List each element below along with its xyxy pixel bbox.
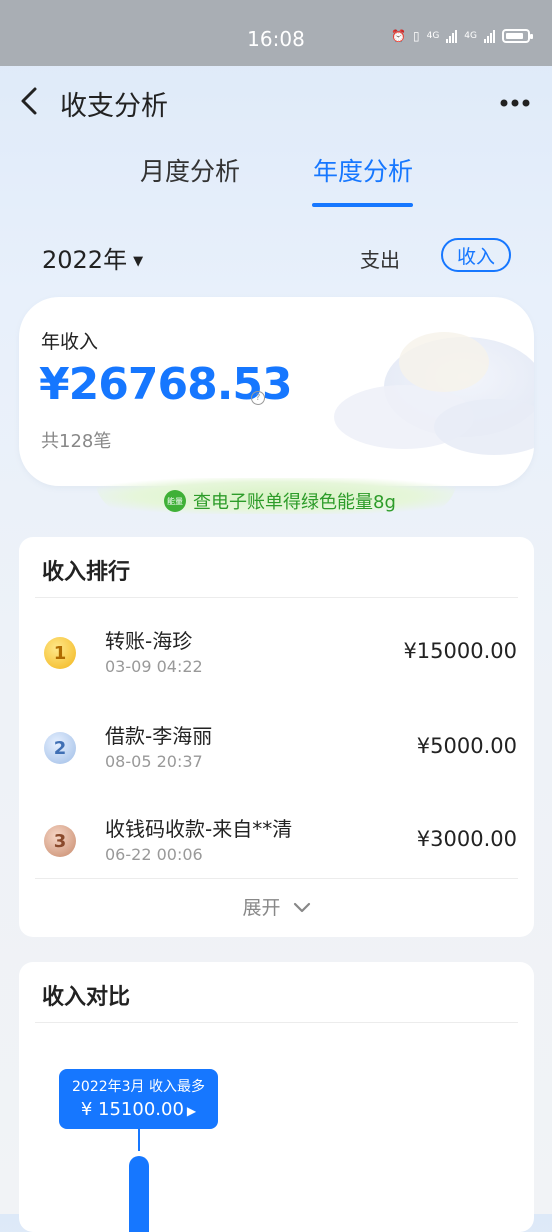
network-label-2: 4G	[464, 31, 477, 41]
network-label-1: 4G	[426, 31, 440, 41]
vibrate-icon: ▯	[412, 29, 420, 43]
expand-button[interactable]: 展开	[19, 893, 534, 920]
tooltip-amount-row: ¥ 15100.00 ▶	[59, 1099, 218, 1120]
tooltip-amount: ¥ 15100.00	[80, 1099, 184, 1120]
rank-medal-silver: 2	[44, 732, 76, 764]
expense-toggle[interactable]: 支出	[360, 244, 400, 273]
signal-icon	[446, 29, 458, 43]
energy-banner[interactable]: 能量 查电子账单得绿色能量8g	[164, 488, 396, 514]
ranking-item-name: 转账-海珍	[105, 629, 193, 653]
play-arrow-icon: ▶	[186, 1104, 197, 1118]
divider	[35, 1022, 518, 1023]
tooltip-heading: 2022年3月 收入最多	[72, 1079, 205, 1095]
ranking-item-amount: ¥5000.00	[416, 734, 517, 758]
ranking-item-time: 08-05 20:37	[105, 752, 203, 771]
alarm-icon: ⏰	[391, 29, 406, 43]
comparison-title: 收入对比	[42, 985, 131, 1010]
more-button[interactable]	[500, 82, 530, 115]
annual-income-label: 年收入	[41, 331, 99, 353]
energy-icon: 能量	[164, 490, 186, 512]
rank-medal-bronze: 3	[44, 825, 76, 857]
ranking-title: 收入排行	[42, 560, 131, 585]
status-bar: 16:08 ⏰ ▯ 4G 4G	[0, 0, 552, 66]
rank-medal-gold: 1	[44, 637, 76, 669]
year-dropdown[interactable]: 2022年 ▼	[42, 240, 143, 275]
year-label: 2022年	[42, 246, 128, 274]
annual-income-card: 年收入 ¥26768.53 ? 共128笔	[19, 297, 534, 486]
ranking-item-name: 收钱码收款-来自**清	[105, 817, 293, 841]
income-comparison-card: 收入对比 2022年3月 收入最多 ¥ 15100.00 ▶	[19, 962, 534, 1232]
ranking-item-amount: ¥3000.00	[416, 827, 517, 851]
more-dots-icon	[500, 99, 530, 107]
peak-month-tooltip[interactable]: 2022年3月 收入最多 ¥ 15100.00 ▶	[59, 1069, 218, 1129]
page-title: 收支分析	[60, 91, 168, 122]
tooltip-stem	[138, 1129, 140, 1151]
energy-text: 查电子账单得绿色能量8g	[193, 492, 396, 513]
income-ranking-card: 收入排行 1 转账-海珍 03-09 04:22 ¥15000.00 2 借款-…	[19, 537, 534, 937]
divider	[35, 597, 518, 598]
caret-down-icon: ▼	[133, 253, 144, 269]
chevron-down-icon	[293, 902, 310, 913]
tab-monthly[interactable]: 月度分析	[140, 152, 240, 188]
active-tab-indicator	[312, 203, 413, 207]
income-bar[interactable]	[129, 1156, 149, 1232]
battery-icon	[502, 29, 533, 43]
ranking-row[interactable]: 2 借款-李海丽 08-05 20:37 ¥5000.00	[19, 714, 534, 794]
divider	[35, 878, 518, 879]
tab-yearly[interactable]: 年度分析	[313, 152, 413, 188]
expand-label: 展开	[242, 897, 281, 919]
signal-icon	[484, 29, 495, 43]
help-icon[interactable]: ?	[251, 391, 265, 405]
ranking-item-time: 03-09 04:22	[105, 657, 203, 676]
back-button[interactable]	[20, 86, 38, 124]
transaction-count: 共128笔	[41, 431, 112, 452]
chevron-left-icon	[21, 87, 37, 115]
ranking-item-amount: ¥15000.00	[403, 639, 517, 663]
income-toggle[interactable]: 收入	[441, 238, 511, 272]
ranking-row[interactable]: 1 转账-海珍 03-09 04:22 ¥15000.00	[19, 619, 534, 699]
status-icons: ⏰ ▯ 4G 4G	[391, 29, 533, 43]
cloud-decoration	[334, 332, 534, 455]
ranking-row[interactable]: 3 收钱码收款-来自**清 06-22 00:06 ¥3000.00	[19, 807, 534, 887]
ranking-item-name: 借款-李海丽	[105, 724, 213, 748]
ranking-item-time: 06-22 00:06	[105, 845, 203, 864]
